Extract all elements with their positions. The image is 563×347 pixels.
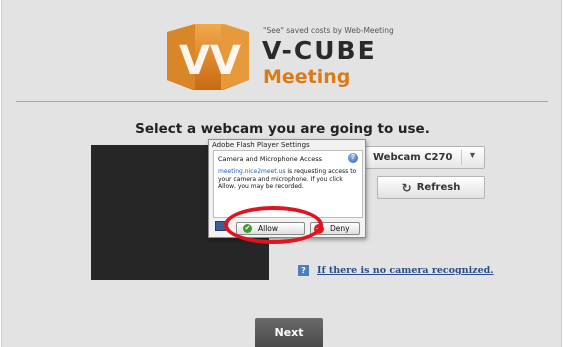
- page-background: V V "See" saved costs by Web-Meeting V-C…: [1, 0, 562, 347]
- svg-text:V: V: [210, 38, 241, 84]
- flash-dialog-panel: Camera and Microphone Access ? meeting.n…: [213, 150, 363, 218]
- refresh-icon: ↻: [401, 180, 412, 195]
- next-label: Next: [274, 326, 304, 339]
- next-button[interactable]: Next: [255, 318, 323, 347]
- camera-settings-icon[interactable]: [215, 221, 226, 231]
- flash-dialog-message: meeting.nice2meet.us is requesting acces…: [218, 168, 362, 191]
- product-name: Meeting: [263, 66, 351, 88]
- allow-button[interactable]: ✔ Allow: [236, 222, 305, 235]
- select-separator: [461, 150, 462, 165]
- camera-select-value: Webcam C270: [373, 152, 453, 163]
- chevron-down-icon[interactable]: ▼: [468, 150, 477, 160]
- flash-dialog-heading: Camera and Microphone Access: [218, 155, 323, 163]
- tagline: "See" saved costs by Web-Meeting: [263, 26, 394, 35]
- vv-logo-icon: V V: [167, 24, 249, 90]
- page-heading: Select a webcam you are going to use.: [135, 121, 430, 137]
- header-divider: [16, 101, 548, 102]
- allow-label: Allow: [258, 224, 279, 233]
- flash-help-icon[interactable]: ?: [348, 153, 358, 163]
- flash-dialog-title: Adobe Flash Player Settings: [212, 141, 310, 149]
- flash-settings-dialog: Adobe Flash Player Settings Camera and M…: [208, 139, 366, 238]
- no-camera-help-link[interactable]: If there is no camera recognized.: [317, 265, 494, 276]
- brand-name: V-CUBE: [262, 36, 377, 65]
- check-icon: ✔: [243, 224, 252, 233]
- help-icon: ?: [298, 265, 309, 276]
- deny-button[interactable]: − Deny: [310, 222, 360, 235]
- refresh-label: Refresh: [416, 182, 461, 193]
- svg-text:V: V: [179, 38, 210, 84]
- refresh-button[interactable]: ↻ Refresh: [377, 176, 485, 199]
- requesting-domain: meeting.nice2meet.us: [218, 168, 286, 175]
- camera-select[interactable]: Webcam C270 ▼: [364, 146, 485, 169]
- help-row: ? If there is no camera recognized.: [298, 265, 494, 276]
- deny-label: Deny: [330, 224, 350, 233]
- deny-icon: −: [314, 223, 324, 234]
